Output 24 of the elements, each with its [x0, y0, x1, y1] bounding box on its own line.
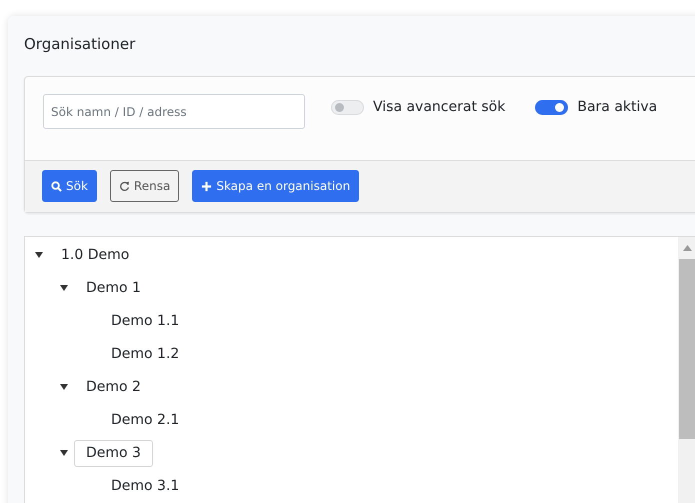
toggle-label: Visa avancerat sök [373, 99, 506, 115]
caret-down-icon[interactable] [60, 450, 68, 457]
tree-item[interactable]: Demo 1.2 [99, 341, 192, 368]
tree-item[interactable]: Demo 1.1 [99, 308, 192, 335]
tree-item[interactable]: Demo 2 [74, 374, 153, 401]
tree-item[interactable]: Demo 3 [74, 440, 153, 467]
tree-item[interactable]: Demo 2.1 [99, 407, 192, 434]
search-icon [51, 180, 62, 192]
tree-item[interactable]: 1.0 Demo [49, 242, 142, 269]
reset-button[interactable]: Rensa [110, 170, 180, 202]
search-button[interactable]: Sök [42, 170, 97, 202]
caret-down-icon[interactable] [35, 252, 43, 259]
toggle-label: Bara aktiva [577, 99, 658, 115]
page-title: Organisationer [24, 34, 136, 54]
caret-down-icon[interactable] [60, 384, 68, 391]
redo-icon [118, 180, 130, 192]
scrollbar[interactable] [678, 237, 695, 503]
tree-item[interactable]: Demo 1 [74, 275, 153, 302]
plus-icon [201, 180, 212, 192]
tree-item[interactable]: Demo 3.1 [99, 473, 192, 500]
create-button[interactable]: Skapa en organisation [192, 170, 360, 202]
caret-down-icon[interactable] [60, 285, 68, 292]
toggle-switch[interactable] [535, 100, 568, 114]
search-field[interactable]: Sök namn / ID / adress [43, 94, 305, 129]
